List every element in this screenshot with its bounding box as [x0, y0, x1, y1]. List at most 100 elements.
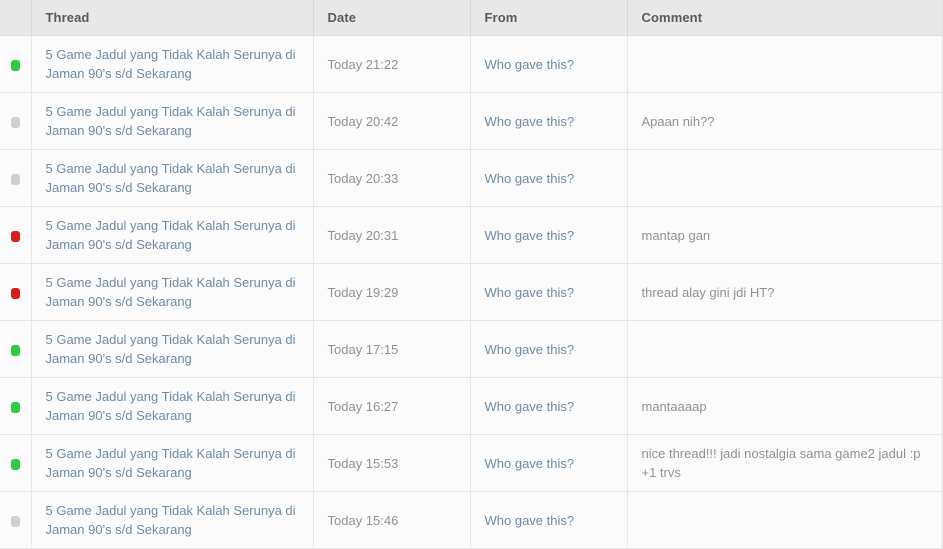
date-text: Today 20:33 [327, 170, 399, 186]
cell-comment [627, 35, 942, 93]
table-row[interactable]: 5 Game Jadul yang Tidak Kalah Serunya di… [0, 92, 942, 150]
who-gave-this-link[interactable]: Who gave this? [485, 285, 575, 300]
cell-status [0, 92, 32, 150]
who-gave-this-link[interactable]: Who gave this? [485, 171, 575, 186]
cell-status [0, 491, 32, 549]
cell-status [0, 320, 32, 378]
cell-from: Who gave this? [470, 320, 628, 378]
cell-comment: Apaan nih?? [627, 92, 942, 150]
thread-title-link[interactable]: 5 Game Jadul yang Tidak Kalah Serunya di… [46, 273, 299, 311]
status-dot-icon [10, 59, 20, 71]
who-gave-this-link[interactable]: Who gave this? [485, 114, 575, 129]
thread-title-link[interactable]: 5 Game Jadul yang Tidak Kalah Serunya di… [46, 216, 299, 254]
comment-text: thread alay gini jdi HT? [641, 284, 775, 300]
cell-status [0, 377, 32, 435]
cell-date: Today 15:46 [313, 491, 471, 549]
cell-date: Today 20:31 [313, 206, 471, 264]
table-header: Thread Date From Comment [0, 0, 942, 36]
table-row[interactable]: 5 Game Jadul yang Tidak Kalah Serunya di… [0, 35, 942, 93]
cell-from: Who gave this? [470, 434, 628, 492]
date-text: Today 20:42 [327, 113, 399, 129]
cell-date: Today 15:53 [313, 434, 471, 492]
comment-text: mantaaaap [641, 398, 707, 414]
status-dot-icon [10, 344, 20, 356]
table-body: 5 Game Jadul yang Tidak Kalah Serunya di… [0, 35, 942, 549]
cell-thread: 5 Game Jadul yang Tidak Kalah Serunya di… [31, 377, 314, 435]
who-gave-this-link[interactable]: Who gave this? [485, 399, 575, 414]
status-dot-icon [10, 515, 20, 527]
cell-from: Who gave this? [470, 35, 628, 93]
cell-status [0, 434, 32, 492]
comment-text: Apaan nih?? [641, 113, 715, 129]
date-text: Today 15:53 [327, 455, 399, 471]
cell-comment [627, 320, 942, 378]
cell-comment [627, 149, 942, 207]
table-row[interactable]: 5 Game Jadul yang Tidak Kalah Serunya di… [0, 263, 942, 321]
cell-from: Who gave this? [470, 377, 628, 435]
table-row[interactable]: 5 Game Jadul yang Tidak Kalah Serunya di… [0, 434, 942, 492]
table-row[interactable]: 5 Game Jadul yang Tidak Kalah Serunya di… [0, 377, 942, 435]
cell-thread: 5 Game Jadul yang Tidak Kalah Serunya di… [31, 263, 314, 321]
status-dot-icon [10, 287, 20, 299]
cell-date: Today 16:27 [313, 377, 471, 435]
cell-thread: 5 Game Jadul yang Tidak Kalah Serunya di… [31, 206, 314, 264]
cell-date: Today 20:33 [313, 149, 471, 207]
cell-comment: mantap gan [627, 206, 942, 264]
cell-thread: 5 Game Jadul yang Tidak Kalah Serunya di… [31, 35, 314, 93]
table-row[interactable]: 5 Game Jadul yang Tidak Kalah Serunya di… [0, 491, 942, 549]
cell-date: Today 17:15 [313, 320, 471, 378]
table-row[interactable]: 5 Game Jadul yang Tidak Kalah Serunya di… [0, 149, 942, 207]
cell-status [0, 206, 32, 264]
cell-status [0, 149, 32, 207]
status-dot-icon [10, 401, 20, 413]
table-header-row: Thread Date From Comment [0, 0, 942, 36]
status-dot-icon [10, 458, 20, 470]
cell-thread: 5 Game Jadul yang Tidak Kalah Serunya di… [31, 434, 314, 492]
cell-from: Who gave this? [470, 149, 628, 207]
column-header-from[interactable]: From [470, 0, 628, 36]
thread-title-link[interactable]: 5 Game Jadul yang Tidak Kalah Serunya di… [46, 330, 299, 368]
who-gave-this-link[interactable]: Who gave this? [485, 342, 575, 357]
activity-table-container: Thread Date From Comment 5 Game Jadul ya… [0, 0, 943, 549]
column-header-status[interactable] [0, 0, 32, 36]
column-header-thread[interactable]: Thread [31, 0, 314, 36]
who-gave-this-link[interactable]: Who gave this? [485, 456, 575, 471]
cell-date: Today 19:29 [313, 263, 471, 321]
cell-date: Today 20:42 [313, 92, 471, 150]
thread-title-link[interactable]: 5 Game Jadul yang Tidak Kalah Serunya di… [46, 102, 299, 140]
thread-title-link[interactable]: 5 Game Jadul yang Tidak Kalah Serunya di… [46, 45, 299, 83]
cell-comment: mantaaaap [627, 377, 942, 435]
table-row[interactable]: 5 Game Jadul yang Tidak Kalah Serunya di… [0, 320, 942, 378]
date-text: Today 17:15 [327, 341, 399, 357]
date-text: Today 19:29 [327, 284, 399, 300]
column-header-comment[interactable]: Comment [627, 0, 942, 36]
thread-title-link[interactable]: 5 Game Jadul yang Tidak Kalah Serunya di… [46, 444, 299, 482]
date-text: Today 16:27 [327, 398, 399, 414]
cell-date: Today 21:22 [313, 35, 471, 93]
who-gave-this-link[interactable]: Who gave this? [485, 513, 575, 528]
cell-status [0, 35, 32, 93]
thread-title-link[interactable]: 5 Game Jadul yang Tidak Kalah Serunya di… [46, 387, 299, 425]
who-gave-this-link[interactable]: Who gave this? [485, 228, 575, 243]
cell-thread: 5 Game Jadul yang Tidak Kalah Serunya di… [31, 92, 314, 150]
column-header-date[interactable]: Date [313, 0, 471, 36]
cell-thread: 5 Game Jadul yang Tidak Kalah Serunya di… [31, 320, 314, 378]
who-gave-this-link[interactable]: Who gave this? [485, 57, 575, 72]
status-dot-icon [10, 230, 20, 242]
thread-title-link[interactable]: 5 Game Jadul yang Tidak Kalah Serunya di… [46, 501, 299, 539]
comment-text: mantap gan [641, 227, 711, 243]
cell-from: Who gave this? [470, 206, 628, 264]
cell-from: Who gave this? [470, 263, 628, 321]
status-dot-icon [10, 173, 20, 185]
comment-text: nice thread!!! jadi nostalgia sama game2… [641, 446, 921, 480]
cell-comment: thread alay gini jdi HT? [627, 263, 942, 321]
table-row[interactable]: 5 Game Jadul yang Tidak Kalah Serunya di… [0, 206, 942, 264]
cell-comment: nice thread!!! jadi nostalgia sama game2… [627, 434, 942, 492]
date-text: Today 20:31 [327, 227, 399, 243]
cell-status [0, 263, 32, 321]
activity-table: Thread Date From Comment 5 Game Jadul ya… [0, 0, 942, 549]
cell-comment [627, 491, 942, 549]
date-text: Today 21:22 [327, 56, 399, 72]
cell-thread: 5 Game Jadul yang Tidak Kalah Serunya di… [31, 491, 314, 549]
thread-title-link[interactable]: 5 Game Jadul yang Tidak Kalah Serunya di… [46, 159, 299, 197]
